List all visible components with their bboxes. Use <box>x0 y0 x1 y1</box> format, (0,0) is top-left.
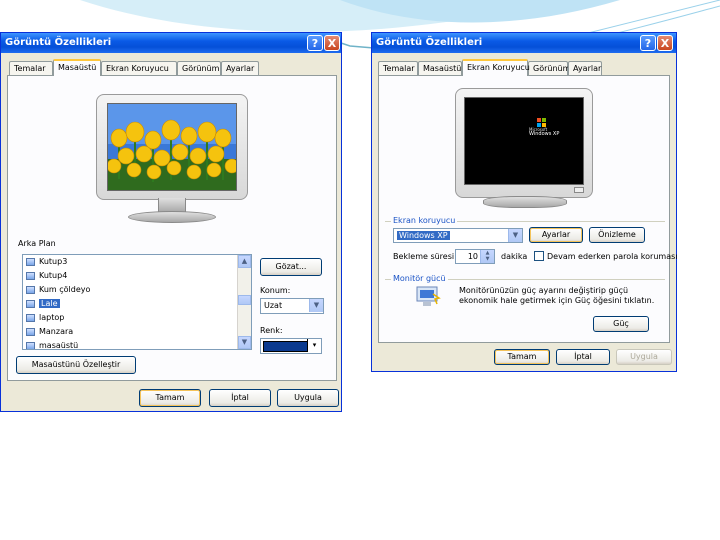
window-title: Görüntü Özellikleri <box>376 37 483 48</box>
scroll-up-arrow-icon[interactable]: ▲ <box>238 255 251 268</box>
tab-appearance[interactable]: Görünüm <box>528 61 570 75</box>
monitor-power-icon <box>415 286 441 308</box>
list-item[interactable]: Manzara <box>23 325 251 339</box>
position-label: Konum: <box>260 286 291 295</box>
ok-button[interactable]: Tamam <box>494 349 550 365</box>
image-file-icon <box>26 314 35 322</box>
minutes-label: dakika <box>501 252 528 261</box>
chevron-down-icon[interactable]: ▼ <box>309 299 323 312</box>
cancel-button[interactable]: İptal <box>209 389 271 407</box>
list-scrollbar[interactable]: ▲ ▼ <box>237 255 251 349</box>
wait-label: Bekleme süresi: <box>393 252 457 261</box>
chevron-down-icon[interactable]: ▾ <box>307 339 321 352</box>
power-button[interactable]: Güç <box>593 316 649 332</box>
window-title: Görüntü Özellikleri <box>5 37 112 48</box>
monitor-power-led <box>574 187 584 193</box>
tab-settings[interactable]: Ayarlar <box>221 61 259 75</box>
apply-button[interactable]: Uygula <box>277 389 339 407</box>
tab-desktop[interactable]: Masaüstü <box>418 61 462 75</box>
tab-appearance[interactable]: Görünüm <box>177 61 221 75</box>
close-button[interactable]: X <box>657 35 673 51</box>
cancel-button[interactable]: İptal <box>556 349 610 365</box>
color-picker[interactable]: ▾ <box>260 338 322 354</box>
ok-button[interactable]: Tamam <box>139 389 201 407</box>
wallpaper-list[interactable]: Kutup3 Kutup4 Kum çöldeyo Lale laptop Ma… <box>22 254 252 350</box>
power-description: Monitörünüzün güç ayarını değiştirip güç… <box>459 286 655 305</box>
screensaver-group-label: Ekran koruyucu <box>391 216 458 225</box>
spinner-arrows-icon[interactable]: ▲ ▼ <box>480 250 494 263</box>
browse-button[interactable]: Gözat... <box>260 258 322 276</box>
image-file-icon <box>26 342 35 349</box>
preview-button[interactable]: Önizleme <box>589 227 645 243</box>
tab-screensaver[interactable]: Ekran Koruyucu <box>462 59 530 76</box>
screensaver-settings-button[interactable]: Ayarlar <box>529 227 583 243</box>
background-label: Arka Plan <box>18 239 56 248</box>
list-item[interactable]: Kutup3 <box>23 255 251 269</box>
position-dropdown[interactable]: Uzat ▼ <box>260 298 324 314</box>
scroll-thumb[interactable] <box>238 295 251 305</box>
help-button[interactable]: ? <box>307 35 323 51</box>
window-titlebar[interactable]: Görüntü Özellikleri <box>372 33 676 53</box>
wait-spinner[interactable]: 10 ▲ ▼ <box>455 249 495 264</box>
list-item[interactable]: Kum çöldeyo <box>23 283 251 297</box>
wait-value: 10 <box>467 252 478 261</box>
list-item[interactable]: laptop <box>23 311 251 325</box>
customize-desktop-button[interactable]: Masaüstünü Özelleştir <box>16 356 136 374</box>
desktop-tab-panel: Arka Plan Kutup3 Kutup4 Kum çöldeyo Lale… <box>7 75 337 381</box>
monitor-base <box>128 211 216 223</box>
image-file-icon <box>26 286 35 294</box>
windows-logo-icon <box>537 118 546 127</box>
tab-themes[interactable]: Temalar <box>378 61 418 75</box>
help-button[interactable]: ? <box>640 35 656 51</box>
image-file-icon <box>26 272 35 280</box>
list-item[interactable]: masaüstü <box>23 339 251 349</box>
screensaver-dropdown[interactable]: Windows XP ▼ <box>393 228 523 243</box>
image-file-icon <box>26 300 35 308</box>
wallpaper-preview <box>107 103 237 191</box>
screensaver-value: Windows XP <box>397 231 450 240</box>
list-item[interactable]: Kutup4 <box>23 269 251 283</box>
window-titlebar[interactable]: Görüntü Özellikleri <box>1 33 341 53</box>
list-item-selected[interactable]: Lale <box>23 297 251 311</box>
tab-desktop[interactable]: Masaüstü <box>53 59 101 76</box>
screensaver-preview: Microsoft Windows XP <box>464 97 584 185</box>
tab-screensaver[interactable]: Ekran Koruyucu <box>101 61 177 75</box>
scroll-down-arrow-icon[interactable]: ▼ <box>238 336 251 349</box>
monitor-base <box>483 196 567 208</box>
color-label: Renk: <box>260 326 283 335</box>
resume-password-label: Devam ederken parola koruması <box>547 252 678 261</box>
connector-line <box>337 41 375 49</box>
display-properties-window-screensaver: Görüntü Özellikleri ? X Temalar Masaüstü… <box>371 32 678 372</box>
tab-themes[interactable]: Temalar <box>9 61 53 75</box>
apply-button[interactable]: Uygula <box>616 349 672 365</box>
monitor-preview: Microsoft Windows XP <box>455 88 593 198</box>
position-value: Uzat <box>264 301 283 310</box>
resume-password-checkbox[interactable] <box>534 251 544 261</box>
image-file-icon <box>26 328 35 336</box>
tab-settings[interactable]: Ayarlar <box>568 61 602 75</box>
screensaver-logo-windows: Windows XP <box>529 131 560 137</box>
close-button[interactable]: X <box>324 35 340 51</box>
display-properties-window-desktop: Görüntü Özellikleri ? X Temalar Masaüstü… <box>0 32 342 412</box>
screensaver-tab-panel: Microsoft Windows XP Ekran koruyucu Wind… <box>378 75 678 343</box>
color-swatch <box>263 341 311 352</box>
image-file-icon <box>26 258 35 266</box>
power-group-label: Monitör gücü <box>391 274 448 283</box>
chevron-down-icon[interactable]: ▼ <box>508 229 522 242</box>
monitor-preview <box>96 94 248 200</box>
